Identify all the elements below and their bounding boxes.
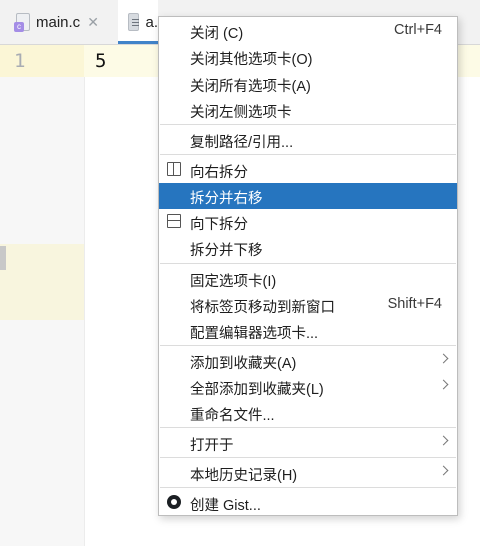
tab-a-file[interactable]: a.: [118, 0, 158, 44]
menu-item-close-all[interactable]: 关闭所有选项卡(A): [159, 71, 457, 97]
shortcut-label: Ctrl+F4: [394, 22, 442, 38]
menu-item-label: 配置编辑器选项卡...: [190, 326, 319, 342]
menu-item-rename-file[interactable]: 重命名文件...: [159, 400, 457, 426]
menu-item-local-history[interactable]: 本地历史记录(H): [159, 460, 457, 486]
chevron-right-icon: [440, 465, 447, 472]
menu-separator: [160, 345, 456, 346]
menu-item-label: 重命名文件...: [190, 408, 275, 424]
menu-item-label: 关闭所有选项卡(A): [190, 79, 311, 95]
menu-separator: [160, 263, 456, 264]
gutter-line-highlight: [0, 45, 84, 77]
menu-separator: [160, 457, 456, 458]
github-icon: [167, 495, 181, 509]
chevron-right-icon: [440, 379, 447, 386]
menu-item-label: 添加到收藏夹(A): [190, 356, 297, 372]
chevron-right-icon: [440, 435, 447, 442]
menu-item-close-left[interactable]: 关闭左侧选项卡: [159, 97, 457, 123]
menu-item-pin-tab[interactable]: 固定选项卡(I): [159, 266, 457, 292]
menu-item-split-down[interactable]: 向下拆分: [159, 209, 457, 235]
menu-separator: [160, 124, 456, 125]
c-file-icon: c: [14, 13, 30, 32]
menu-separator: [160, 427, 456, 428]
code-text[interactable]: 5: [95, 50, 106, 72]
menu-item-label: 关闭 (C): [190, 26, 244, 42]
menu-item-label: 向右拆分: [190, 165, 248, 181]
gutter-highlight-band: [0, 244, 84, 320]
menu-item-label: 将标签页移动到新窗口: [190, 300, 335, 316]
menu-item-copy-path[interactable]: 复制路径/引用...: [159, 127, 457, 153]
menu-item-label: 拆分并右移: [190, 191, 263, 207]
menu-separator: [160, 487, 456, 488]
chevron-right-icon: [440, 353, 447, 360]
tab-label: main.c: [36, 13, 81, 31]
menu-item-label: 关闭其他选项卡(O): [190, 52, 313, 68]
menu-item-label: 全部添加到收藏夹(L): [190, 382, 324, 398]
tab-label: a.: [145, 13, 158, 31]
menu-item-label: 本地历史记录(H): [190, 468, 298, 484]
menu-item-add-to-favorites[interactable]: 添加到收藏夹(A): [159, 348, 457, 374]
line-number: 1: [14, 50, 26, 72]
menu-item-close[interactable]: 关闭 (C) Ctrl+F4: [159, 18, 457, 44]
scrollbar-thumb[interactable]: [0, 246, 6, 270]
menu-item-configure-tabs[interactable]: 配置编辑器选项卡...: [159, 318, 457, 344]
tab-context-menu: 关闭 (C) Ctrl+F4 关闭其他选项卡(O) 关闭所有选项卡(A) 关闭左…: [158, 16, 458, 516]
shortcut-label: Shift+F4: [387, 296, 442, 312]
menu-item-label: 创建 Gist...: [190, 498, 261, 514]
menu-item-create-gist[interactable]: 创建 Gist...: [159, 490, 457, 516]
menu-item-split-move-right[interactable]: 拆分并右移: [159, 183, 457, 209]
menu-item-label: 拆分并下移: [190, 243, 263, 259]
menu-item-label: 复制路径/引用...: [190, 135, 294, 151]
split-vertical-icon: [167, 162, 181, 176]
menu-item-close-others[interactable]: 关闭其他选项卡(O): [159, 44, 457, 70]
menu-item-label: 固定选项卡(I): [190, 274, 277, 290]
menu-separator: [160, 154, 456, 155]
menu-item-label: 打开于: [190, 438, 234, 454]
menu-item-label: 向下拆分: [190, 217, 248, 233]
menu-item-split-right[interactable]: 向右拆分: [159, 157, 457, 183]
menu-item-label: 关闭左侧选项卡: [190, 105, 292, 121]
menu-item-add-all-to-favorites[interactable]: 全部添加到收藏夹(L): [159, 374, 457, 400]
tab-main-c[interactable]: c main.c ✕: [14, 0, 99, 44]
menu-item-move-to-new-window[interactable]: 将标签页移动到新窗口 Shift+F4: [159, 292, 457, 318]
menu-item-open-in[interactable]: 打开于: [159, 430, 457, 456]
split-horizontal-icon: [167, 214, 181, 228]
close-icon[interactable]: ✕: [87, 14, 99, 31]
text-file-icon: [128, 13, 140, 31]
menu-item-split-move-down[interactable]: 拆分并下移: [159, 235, 457, 261]
